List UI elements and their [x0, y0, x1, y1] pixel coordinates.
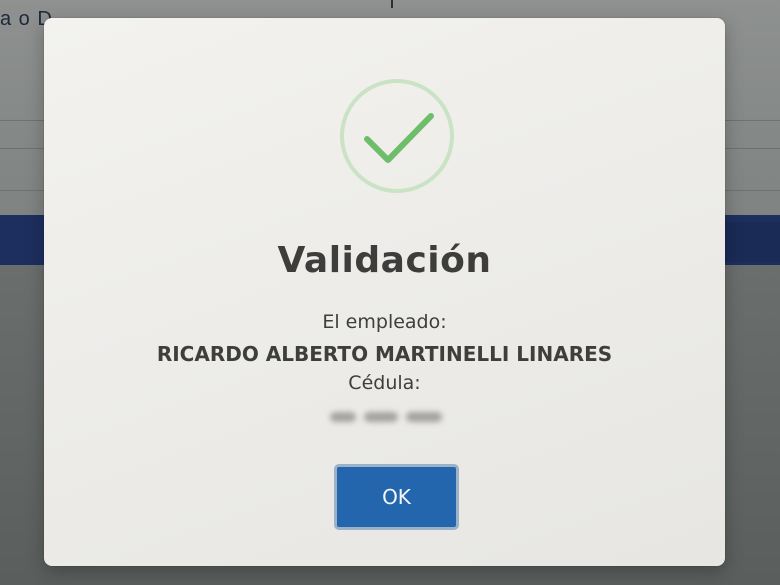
- redaction-blur: [364, 412, 398, 422]
- cedula-value-redacted: [284, 402, 484, 432]
- employee-label: El empleado:: [322, 311, 447, 333]
- background-nav-band-edge: [722, 222, 780, 262]
- redaction-blur: [406, 412, 442, 422]
- cedula-label: Cédula:: [348, 372, 421, 394]
- redaction-blur: [330, 412, 356, 422]
- employee-name: RICARDO ALBERTO MARTINELLI LINARES: [156, 342, 613, 366]
- validation-dialog: Validación El empleado: RICARDO ALBERTO …: [44, 18, 725, 566]
- dialog-title: Validación: [277, 240, 492, 281]
- ok-button[interactable]: OK: [334, 464, 459, 530]
- check-icon: [340, 79, 454, 193]
- background-divider: [391, 0, 393, 8]
